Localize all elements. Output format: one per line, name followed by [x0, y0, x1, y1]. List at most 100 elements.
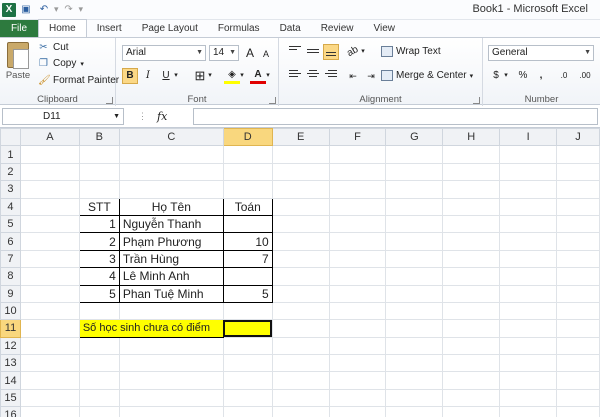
name-cell[interactable]: Phan Tuệ Minh: [118, 284, 224, 303]
cell[interactable]: [328, 214, 387, 234]
cell[interactable]: [222, 301, 273, 321]
row-header[interactable]: 7: [0, 249, 21, 269]
tab-insert[interactable]: Insert: [87, 20, 132, 37]
cell[interactable]: [271, 319, 330, 338]
cell[interactable]: [442, 180, 501, 199]
cell[interactable]: [556, 197, 600, 216]
tab-file[interactable]: File: [0, 20, 38, 37]
cell[interactable]: [442, 162, 501, 182]
header-name[interactable]: Họ Tên: [118, 197, 224, 216]
row-header[interactable]: 12: [0, 336, 21, 356]
row-header[interactable]: 1: [0, 145, 21, 164]
cell[interactable]: [556, 284, 600, 303]
cell[interactable]: [556, 162, 600, 182]
cell[interactable]: [385, 162, 444, 182]
name-box[interactable]: D11 ▼: [2, 108, 124, 125]
cell[interactable]: [271, 336, 330, 356]
cell[interactable]: [499, 180, 558, 199]
align-middle-icon[interactable]: [305, 44, 321, 60]
cell[interactable]: [118, 406, 224, 417]
summary-value-cell[interactable]: [222, 319, 273, 338]
cell[interactable]: [442, 284, 501, 303]
cell[interactable]: [499, 232, 558, 251]
number-format-select[interactable]: General ▼: [488, 45, 594, 61]
cell[interactable]: [385, 371, 444, 390]
align-right-icon[interactable]: [323, 68, 339, 84]
cell[interactable]: [271, 162, 330, 182]
merge-dropdown-icon[interactable]: ▾: [470, 72, 474, 80]
cell[interactable]: [328, 354, 387, 373]
cell[interactable]: [499, 388, 558, 408]
cell[interactable]: [78, 162, 120, 182]
row-header[interactable]: 9: [0, 284, 21, 303]
name-cell[interactable]: Nguyễn Thanh: [118, 214, 224, 234]
increase-indent-icon[interactable]: ⇥: [363, 68, 379, 84]
orientation-dropdown-icon[interactable]: ▾: [359, 44, 367, 60]
cell[interactable]: [556, 336, 600, 356]
cell[interactable]: [19, 249, 80, 269]
column-header-d[interactable]: D: [222, 128, 273, 147]
font-launcher-icon[interactable]: [269, 97, 276, 104]
font-name-select[interactable]: Arial ▼: [122, 45, 206, 61]
cell[interactable]: [78, 301, 120, 321]
cell[interactable]: [442, 388, 501, 408]
cut-button[interactable]: ✂ Cut: [38, 42, 68, 53]
font-color-dropdown-icon[interactable]: ▾: [264, 68, 272, 84]
tab-page-layout[interactable]: Page Layout: [132, 20, 208, 37]
underline-dropdown-icon[interactable]: ▾: [172, 68, 180, 84]
cell[interactable]: [328, 197, 387, 216]
cell[interactable]: [271, 371, 330, 390]
cell[interactable]: [118, 301, 224, 321]
cell[interactable]: [328, 388, 387, 408]
cell[interactable]: [19, 301, 80, 321]
cell[interactable]: [499, 371, 558, 390]
cell[interactable]: [499, 162, 558, 182]
math-cell[interactable]: [222, 267, 273, 286]
cell[interactable]: [271, 180, 330, 199]
tab-data[interactable]: Data: [270, 20, 311, 37]
cell[interactable]: [385, 301, 444, 321]
name-cell[interactable]: Lê Minh Anh: [118, 267, 224, 286]
cell[interactable]: [499, 214, 558, 234]
stt-cell[interactable]: 4: [78, 267, 120, 286]
cell[interactable]: [271, 301, 330, 321]
cell[interactable]: [442, 232, 501, 251]
align-bottom-icon[interactable]: [323, 44, 339, 60]
tab-review[interactable]: Review: [311, 20, 364, 37]
cell[interactable]: [19, 406, 80, 417]
cell[interactable]: [78, 371, 120, 390]
cell[interactable]: [499, 406, 558, 417]
cell[interactable]: [271, 214, 330, 234]
cell[interactable]: [556, 249, 600, 269]
cell[interactable]: [556, 371, 600, 390]
cell[interactable]: [328, 284, 387, 303]
cell[interactable]: [385, 180, 444, 199]
currency-dropdown-icon[interactable]: ▾: [502, 68, 510, 84]
cell[interactable]: [19, 232, 80, 251]
cell[interactable]: [222, 162, 273, 182]
column-header-a[interactable]: A: [19, 128, 80, 147]
cell[interactable]: [19, 145, 80, 164]
cell[interactable]: [19, 214, 80, 234]
cell[interactable]: [499, 267, 558, 286]
tab-formulas[interactable]: Formulas: [208, 20, 270, 37]
cell[interactable]: [78, 388, 120, 408]
column-header-h[interactable]: H: [442, 128, 501, 147]
merge-center-button[interactable]: Merge & Center ▾: [381, 70, 473, 81]
cell[interactable]: [556, 214, 600, 234]
cell[interactable]: [499, 145, 558, 164]
cell[interactable]: [385, 197, 444, 216]
cell[interactable]: [118, 388, 224, 408]
row-header[interactable]: 8: [0, 267, 21, 286]
cell[interactable]: [222, 406, 273, 417]
decrease-indent-icon[interactable]: ⇤: [345, 68, 361, 84]
increase-decimal-button[interactable]: .0: [555, 68, 573, 84]
cell[interactable]: [442, 336, 501, 356]
cell[interactable]: [556, 406, 600, 417]
cell[interactable]: [556, 232, 600, 251]
cell[interactable]: [328, 162, 387, 182]
cell[interactable]: [442, 267, 501, 286]
cell[interactable]: [78, 336, 120, 356]
row-header[interactable]: 15: [0, 388, 21, 408]
grow-font-button[interactable]: A: [242, 45, 258, 61]
